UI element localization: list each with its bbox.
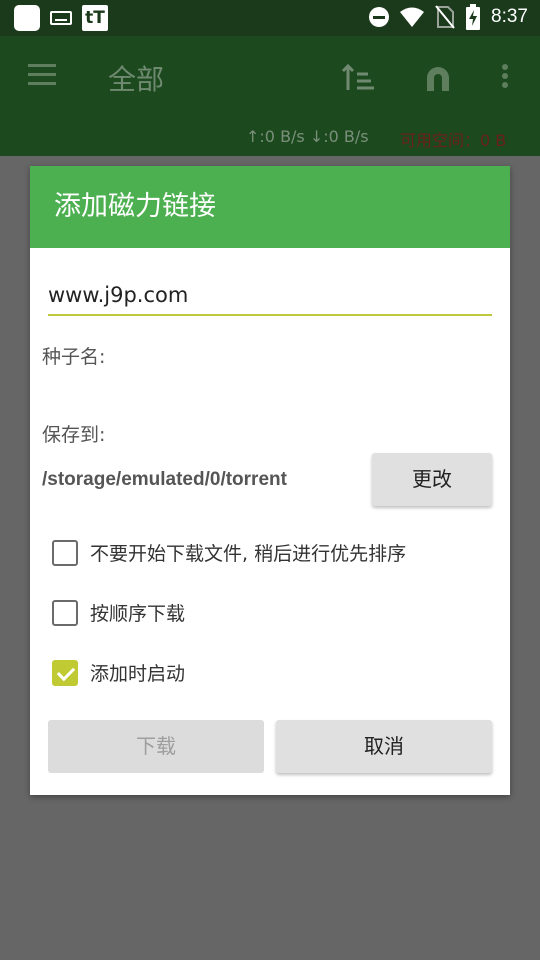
torrent-name-label: 种子名: [42, 346, 106, 368]
checkbox-row-start-on-add[interactable]: 添加时启动 [52, 659, 185, 686]
sort-icon[interactable] [340, 60, 376, 96]
tt-app-icon: tT [82, 5, 108, 31]
magnet-url-input[interactable] [48, 276, 492, 316]
do-not-disturb-icon [369, 7, 390, 27]
menu-icon[interactable] [28, 64, 56, 86]
checkbox-sequential[interactable] [52, 599, 78, 626]
add-magnet-dialog: 添加磁力链接 种子名: 保存到: /storage/emulated/0/tor… [30, 166, 510, 795]
status-bar-left: tT [14, 5, 108, 31]
checkbox-start-on-add[interactable] [52, 659, 78, 686]
clock: 8:37 [491, 6, 528, 27]
more-vert-icon[interactable] [502, 64, 510, 92]
free-space: 可用空间：0 B [400, 131, 507, 150]
cancel-button[interactable]: 取消 [276, 720, 492, 773]
magnet-icon[interactable] [424, 64, 452, 92]
status-bar-right: 8:37 [369, 4, 528, 30]
change-path-button[interactable]: 更改 [372, 453, 492, 506]
checkbox-label: 按顺序下载 [90, 603, 186, 625]
transfer-speed: ↑:0 B/s ↓:0 B/s [246, 127, 369, 146]
no-sim-icon [435, 5, 455, 29]
checkbox-dont-start[interactable] [52, 539, 78, 566]
app-toolbar: 全部 ↑:0 B/s ↓:0 B/s 可用空间：0 B [0, 36, 540, 156]
download-button[interactable]: 下载 [48, 720, 264, 773]
dialog-title: 添加磁力链接 [30, 166, 510, 248]
checkbox-row-dont-start[interactable]: 不要开始下载文件, 稍后进行优先排序 [52, 539, 406, 566]
checkbox-label: 不要开始下载文件, 稍后进行优先排序 [90, 543, 407, 565]
checkbox-label: 添加时启动 [90, 663, 186, 685]
status-bar: tT 8:37 [0, 0, 540, 36]
save-to-label: 保存到: [42, 424, 106, 446]
checkbox-row-sequential[interactable]: 按顺序下载 [52, 599, 185, 626]
battery-charging-icon [466, 4, 481, 30]
save-path: /storage/emulated/0/torrent [42, 469, 287, 490]
wifi-icon [400, 7, 425, 27]
page-title: 全部 [108, 63, 165, 96]
keyboard-icon [50, 11, 72, 25]
app-square-icon [14, 5, 40, 31]
